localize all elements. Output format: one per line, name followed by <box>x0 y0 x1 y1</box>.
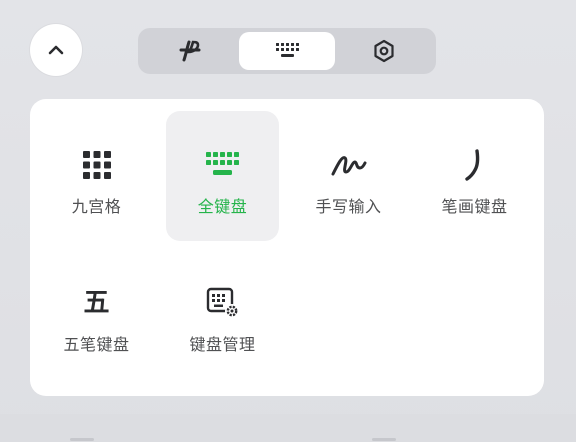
chevron-up-icon <box>48 45 64 55</box>
handwriting-icon <box>329 145 369 185</box>
bottom-strip <box>0 414 576 442</box>
option-label: 全键盘 <box>197 197 248 216</box>
option-label: 五笔键盘 <box>63 335 130 354</box>
option-full-keyboard[interactable]: 全键盘 <box>166 111 279 241</box>
tab-settings[interactable] <box>335 32 432 70</box>
keyboard-mode-panel: 九宫格 全键盘 手写输入 笔画键盘 五 五笔键盘 键盘管理 <box>0 0 576 442</box>
divider-tick <box>372 438 396 441</box>
option-keyboard-manage[interactable]: 键盘管理 <box>166 249 279 379</box>
options-grid: 九宫格 全键盘 手写输入 笔画键盘 五 五笔键盘 键盘管理 <box>30 99 544 396</box>
divider-tick <box>70 438 94 441</box>
option-handwriting[interactable]: 手写输入 <box>292 111 405 241</box>
tab-gesture[interactable] <box>142 32 239 70</box>
tab-keyboard[interactable] <box>238 32 336 70</box>
stroke-icon <box>455 145 495 185</box>
gesture-p-icon <box>179 40 201 62</box>
wubi-glyph: 五 <box>83 288 110 318</box>
keyboard-settings-icon <box>203 283 243 323</box>
option-nine-grid[interactable]: 九宫格 <box>40 111 153 241</box>
collapse-button[interactable] <box>30 24 82 76</box>
option-wubi-keyboard[interactable]: 五 五笔键盘 <box>40 249 153 379</box>
option-label: 九宫格 <box>71 197 122 216</box>
options-card: 九宫格 全键盘 手写输入 笔画键盘 五 五笔键盘 键盘管理 <box>30 99 544 396</box>
top-bar <box>0 0 576 96</box>
wubi-icon: 五 <box>77 283 117 323</box>
option-label: 笔画键盘 <box>441 197 508 216</box>
option-label: 手写输入 <box>315 197 382 216</box>
nine-grid-icon <box>77 145 117 185</box>
option-label: 键盘管理 <box>189 335 256 354</box>
option-stroke-keyboard[interactable]: 笔画键盘 <box>418 111 531 241</box>
full-keyboard-icon <box>203 145 243 185</box>
keyboard-icon <box>276 43 299 57</box>
hexagon-settings-icon <box>374 39 394 63</box>
mode-switch <box>138 28 436 74</box>
